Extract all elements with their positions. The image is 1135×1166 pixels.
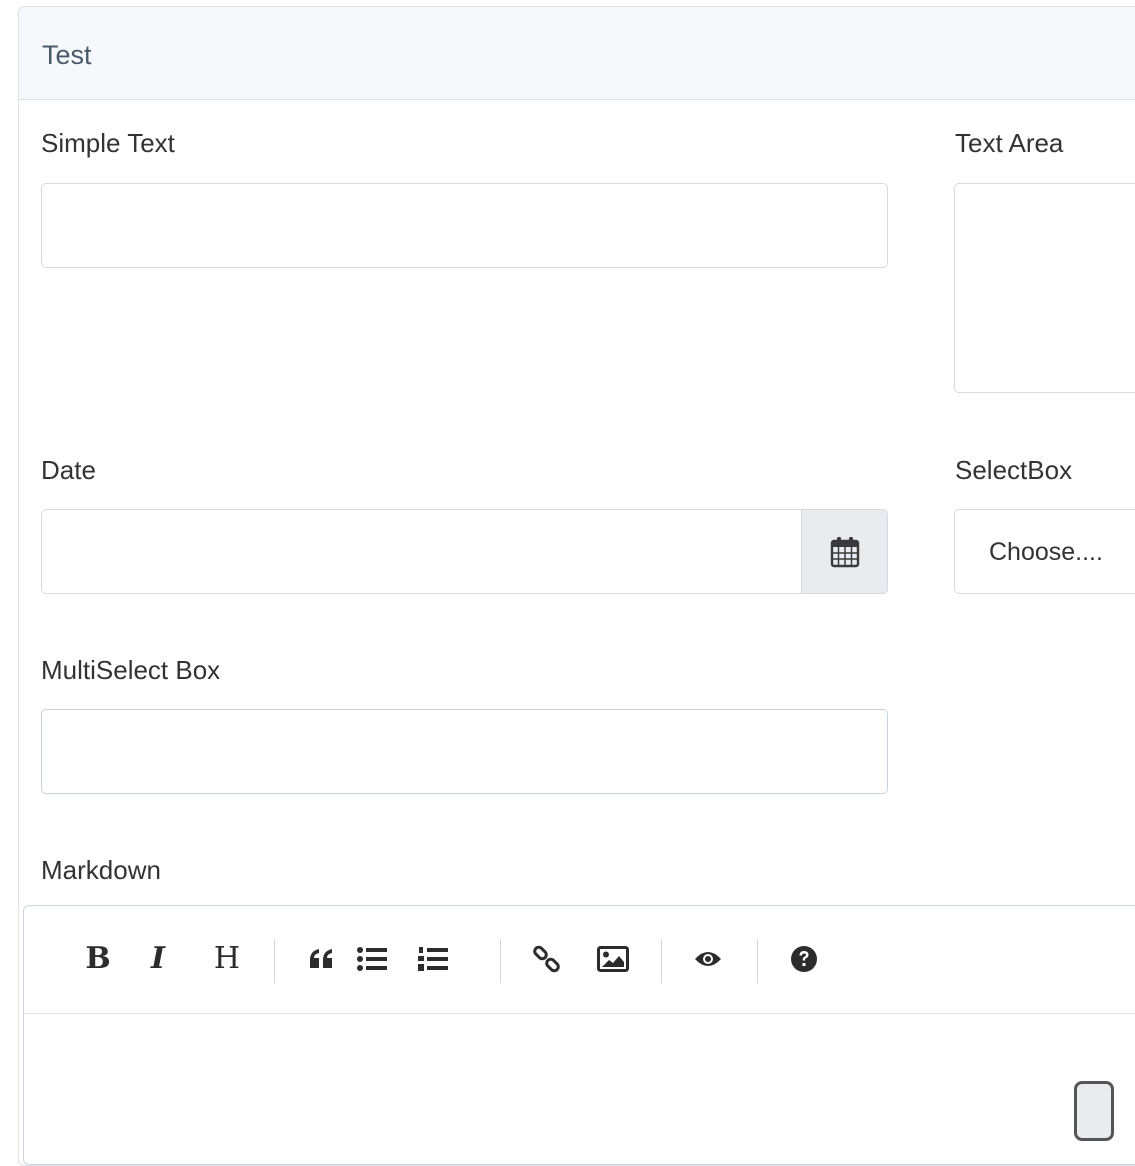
preview-button[interactable] xyxy=(690,941,726,977)
unordered-list-button[interactable] xyxy=(354,941,390,977)
select-box[interactable]: Choose.... xyxy=(954,509,1135,594)
toolbar-separator xyxy=(661,939,662,983)
card-header: Test xyxy=(19,7,1135,100)
bold-button[interactable]: B xyxy=(80,941,116,977)
link-button[interactable] xyxy=(529,941,565,977)
select-box-label: SelectBox xyxy=(955,455,1073,485)
select-box-value: Choose.... xyxy=(989,538,1103,566)
multiselect-input[interactable] xyxy=(41,709,888,794)
markdown-toolbar: B I H xyxy=(24,906,1135,1014)
date-label: Date xyxy=(41,455,96,485)
italic-button[interactable]: I xyxy=(140,941,176,977)
markdown-label: Markdown xyxy=(41,855,161,885)
simple-text-label: Simple Text xyxy=(41,128,175,158)
toolbar-separator xyxy=(757,939,758,983)
toolbar-separator xyxy=(274,939,275,983)
card-title: Test xyxy=(42,40,92,70)
help-button[interactable] xyxy=(786,941,822,977)
question-circle-icon xyxy=(791,946,817,972)
heading-button[interactable]: H xyxy=(209,941,245,977)
text-area-input[interactable] xyxy=(954,183,1135,393)
markdown-side-button[interactable] xyxy=(1074,1081,1114,1141)
markdown-textarea[interactable] xyxy=(24,1014,1135,1164)
image-button[interactable] xyxy=(595,941,631,977)
image-icon xyxy=(597,946,629,972)
simple-text-input[interactable] xyxy=(41,183,888,268)
date-input[interactable] xyxy=(41,509,802,594)
unordered-list-icon xyxy=(357,947,387,971)
link-icon xyxy=(533,945,560,973)
toolbar-separator xyxy=(500,939,501,983)
markdown-editor: B I H xyxy=(23,905,1135,1165)
ordered-list-button[interactable] xyxy=(415,941,451,977)
quote-button[interactable] xyxy=(304,941,340,977)
ordered-list-icon xyxy=(418,947,448,971)
text-area-label: Text Area xyxy=(955,128,1064,158)
multiselect-label: MultiSelect Box xyxy=(41,655,221,685)
date-picker-button[interactable] xyxy=(801,509,888,594)
calendar-icon xyxy=(830,536,859,567)
quote-icon xyxy=(310,949,332,968)
eye-icon xyxy=(695,952,721,966)
